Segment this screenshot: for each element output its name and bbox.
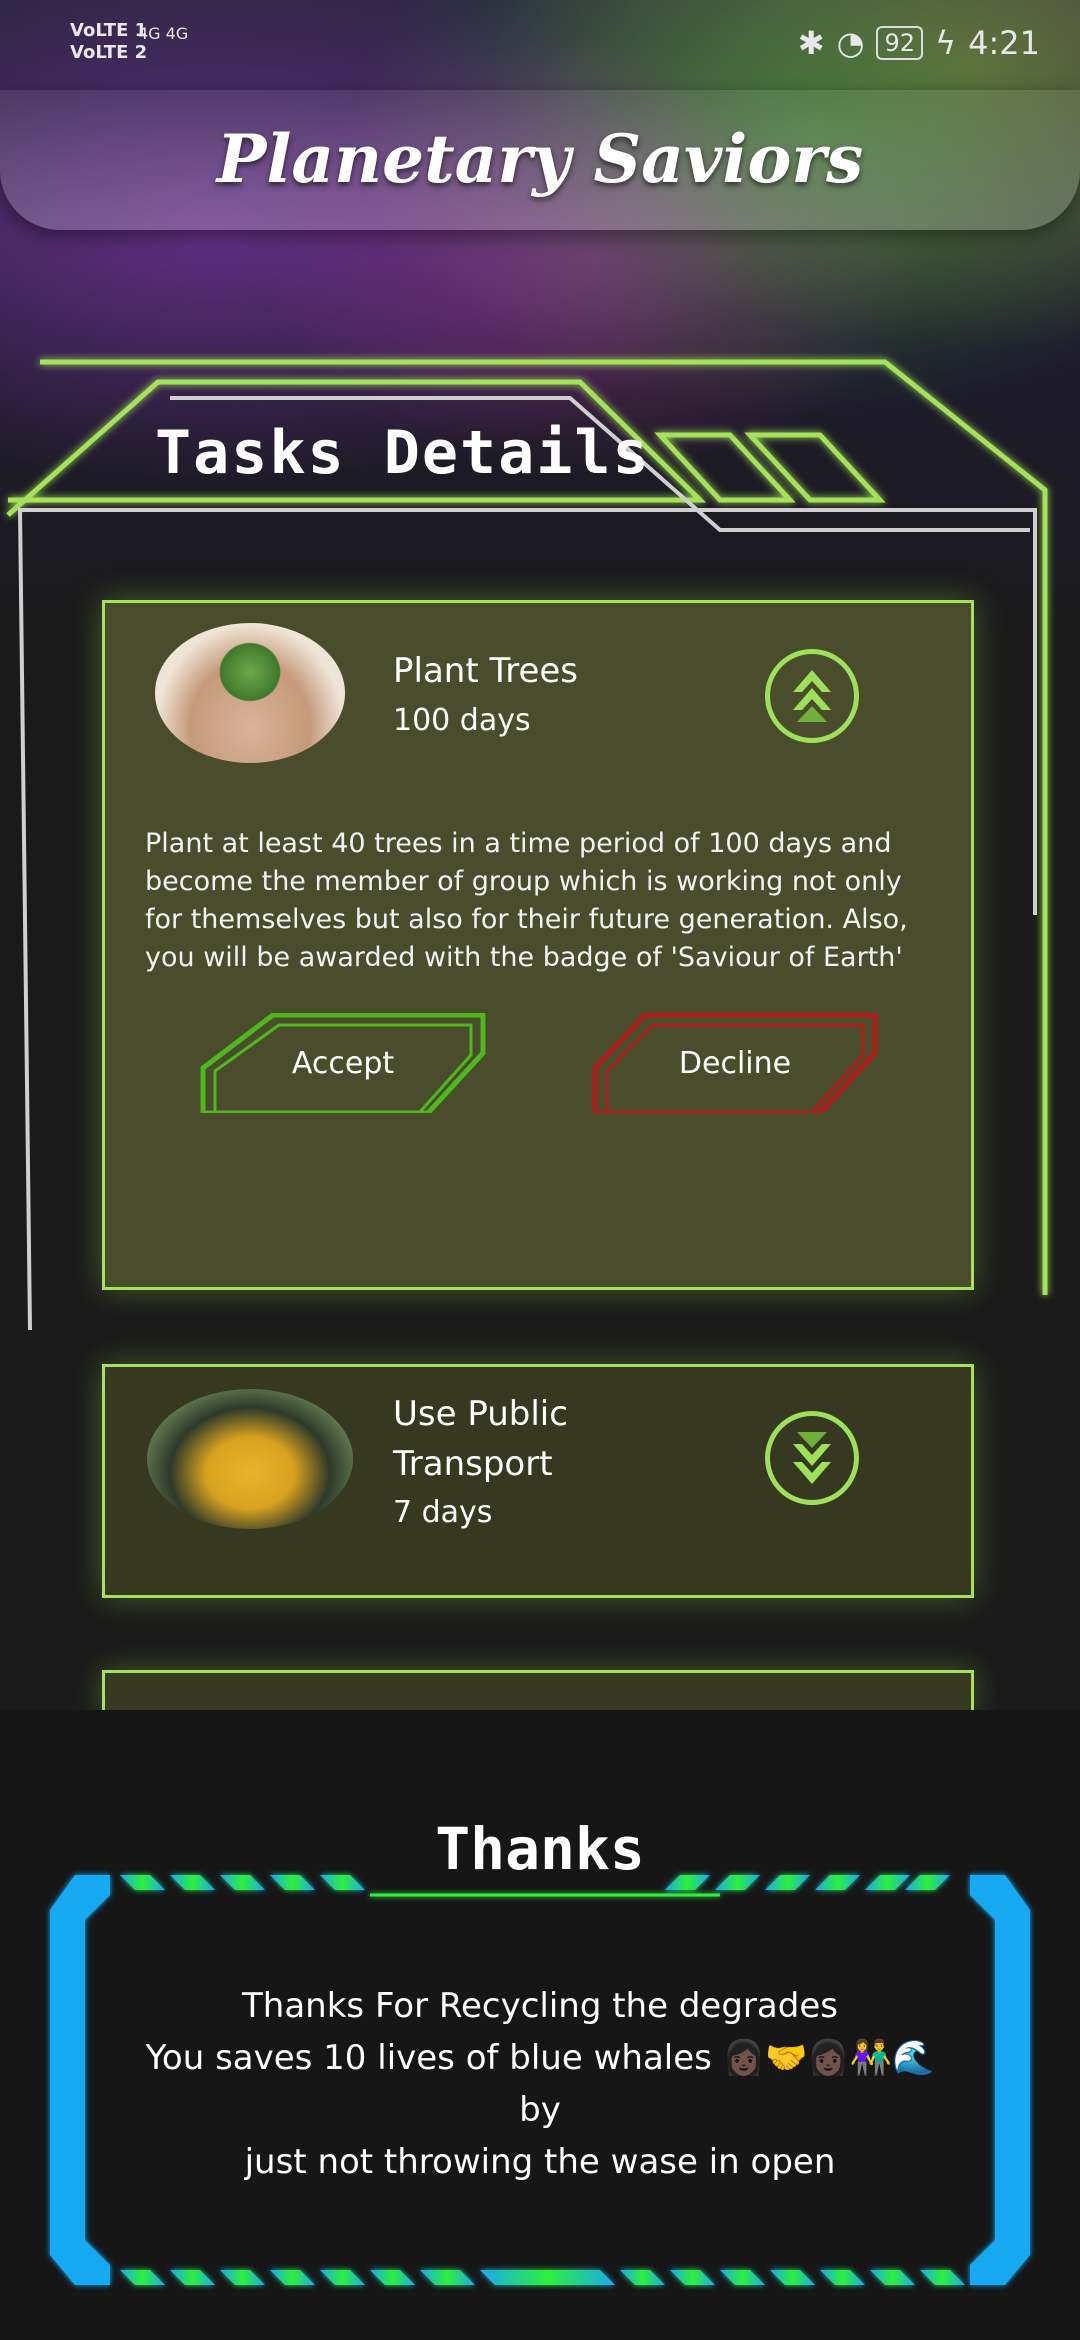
task-card-public-transport[interactable]: Use Public Transport 7 days (102, 1364, 974, 1598)
task-duration: 7 days (393, 1495, 493, 1530)
thanks-message: Thanks For Recycling the degrades You sa… (120, 1980, 960, 2188)
task-image-tree (155, 623, 345, 763)
decline-label: Decline (678, 1045, 792, 1081)
status-right: ✱ ◔ 92 ϟ 4:21 (798, 24, 1040, 62)
frame-slash-2 (744, 432, 886, 503)
status-bar: VoLTE 1 VoLTE 2 4G 4G ✱ ◔ 92 ϟ 4:21 (0, 0, 1080, 90)
accept-label: Accept (291, 1045, 395, 1081)
thanks-title: Thanks (435, 1815, 645, 1883)
app-header: Planetary Saviors (0, 90, 1080, 230)
signal-label: 4G 4G (138, 24, 189, 43)
chevron-down-icon[interactable] (765, 1411, 859, 1505)
chevron-up-glyph (793, 670, 831, 722)
app-title: Planetary Saviors (216, 120, 864, 198)
chevron-up-icon[interactable] (765, 649, 859, 743)
task-description: Plant at least 40 trees in a time period… (145, 828, 908, 973)
thanks-line-3: just not throwing the wase in open (244, 2142, 836, 2182)
task-card-plant-trees[interactable]: Plant Trees 100 days Plant at least 40 t… (102, 600, 974, 1290)
frame-slash-1 (654, 432, 796, 503)
bluetooth-icon: ✱ (797, 24, 825, 62)
charging-icon: ϟ (935, 24, 957, 62)
network-2: VoLTE 2 (70, 42, 148, 63)
network-1: VoLTE 1 (70, 20, 148, 41)
task-name: Use Public Transport (393, 1394, 568, 1484)
thanks-line-1: Thanks For Recycling the degrades (242, 1986, 838, 2026)
clock: 4:21 (968, 24, 1040, 62)
network-labels: VoLTE 1 VoLTE 2 (70, 20, 147, 64)
task-duration: 100 days (393, 703, 531, 738)
task-image-taxi (147, 1389, 353, 1529)
battery-icon: 92 (876, 26, 924, 60)
chevron-down-glyph (793, 1432, 831, 1484)
tasks-title: Tasks Details (155, 418, 651, 488)
thanks-line-2: You saves 10 lives of blue whales 👩🏿🤝👩🏿👫… (145, 2038, 935, 2130)
task-name: Plant Trees (393, 651, 579, 691)
accept-button[interactable]: Accept (193, 1013, 493, 1113)
decline-button[interactable]: Decline (585, 1013, 885, 1113)
speed-icon: ◔ (836, 24, 865, 62)
